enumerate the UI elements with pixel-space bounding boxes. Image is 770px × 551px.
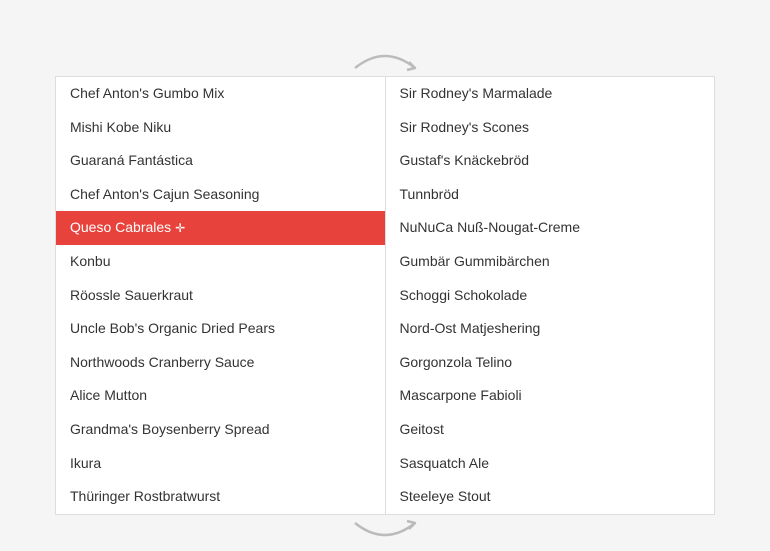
right-list-panel: Sir Rodney's MarmaladeSir Rodney's Scone… <box>386 77 715 514</box>
list-item[interactable]: Northwoods Cranberry Sauce <box>56 346 385 380</box>
list-item[interactable]: Schoggi Schokolade <box>386 279 715 313</box>
list-item[interactable]: Sir Rodney's Scones <box>386 111 715 145</box>
list-item[interactable]: Chef Anton's Gumbo Mix <box>56 77 385 111</box>
list-item[interactable]: Uncle Bob's Organic Dried Pears <box>56 312 385 346</box>
move-cursor-icon: ✛ <box>175 220 185 237</box>
dual-list-container: Chef Anton's Gumbo MixMishi Kobe NikuGua… <box>55 40 715 460</box>
list-item[interactable]: Gorgonzola Telino <box>386 346 715 380</box>
list-item[interactable]: NuNuCa Nuß-Nougat-Creme <box>386 211 715 245</box>
list-item[interactable]: Steeleye Stout <box>386 480 715 514</box>
list-item[interactable]: Sir Rodney's Marmalade <box>386 77 715 111</box>
list-item[interactable]: Konbu <box>56 245 385 279</box>
list-item[interactable]: Gustaf's Knäckebröd <box>386 144 715 178</box>
list-item[interactable]: Queso Cabrales ✛ <box>56 211 385 245</box>
list-item[interactable]: Grandma's Boysenberry Spread <box>56 413 385 447</box>
list-item[interactable]: Tunnbröd <box>386 178 715 212</box>
list-item[interactable]: Chef Anton's Cajun Seasoning <box>56 178 385 212</box>
list-item[interactable]: Röossle Sauerkraut <box>56 279 385 313</box>
list-item[interactable]: Sasquatch Ale <box>386 447 715 481</box>
lists-wrapper: Chef Anton's Gumbo MixMishi Kobe NikuGua… <box>55 76 715 515</box>
list-item[interactable]: Mishi Kobe Niku <box>56 111 385 145</box>
list-item[interactable]: Nord-Ost Matjeshering <box>386 312 715 346</box>
arrow-bottom <box>345 515 425 551</box>
list-item[interactable]: Alice Mutton <box>56 379 385 413</box>
list-item[interactable]: Gumbär Gummibärchen <box>386 245 715 279</box>
left-list-panel: Chef Anton's Gumbo MixMishi Kobe NikuGua… <box>56 77 386 514</box>
list-item[interactable]: Ikura <box>56 447 385 481</box>
list-item[interactable]: Thüringer Rostbratwurst <box>56 480 385 514</box>
list-item[interactable]: Guaraná Fantástica <box>56 144 385 178</box>
list-item[interactable]: Geitost <box>386 413 715 447</box>
list-item[interactable]: Mascarpone Fabioli <box>386 379 715 413</box>
arrow-top <box>345 40 425 76</box>
